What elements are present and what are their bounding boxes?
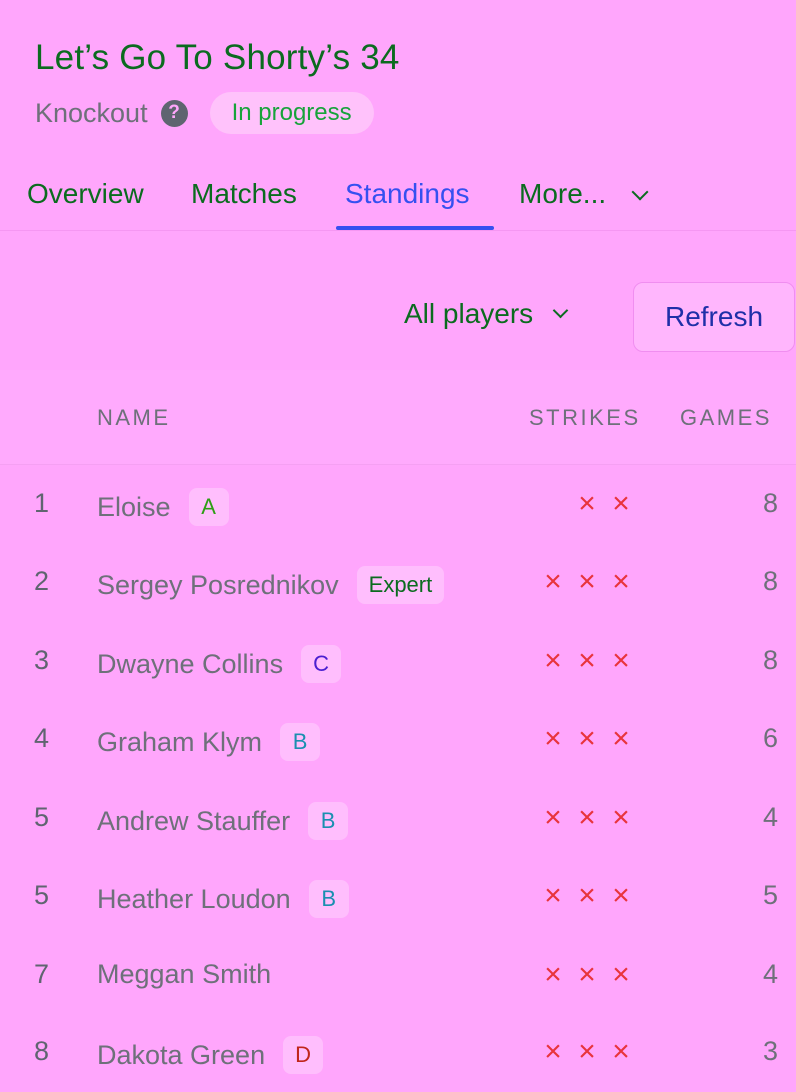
player-name-cell[interactable]: Sergey Posrednikov Expert <box>97 566 445 604</box>
rating-badge: B <box>308 802 349 840</box>
player-filter-select[interactable]: All players <box>404 298 569 330</box>
rating-badge: D <box>283 1036 324 1074</box>
strike-x-icon: × <box>578 565 596 598</box>
strike-x-icon: × <box>578 1035 596 1068</box>
strikes-cell: × × × <box>536 645 638 677</box>
strike-x-icon: × <box>612 644 630 677</box>
strike-x-icon: × <box>612 487 630 520</box>
player-rank: 3 <box>34 645 50 675</box>
active-tab-indicator <box>336 226 494 230</box>
strike-x-icon: × <box>544 801 562 834</box>
strike-x-icon: × <box>544 722 562 755</box>
page-title: Let’s Go To Shorty’s 34 <box>35 38 400 77</box>
table-row[interactable]: 4 Graham Klym B × × × 6 <box>0 701 796 779</box>
table-row[interactable]: 7 Meggan Smith × × × 4 <box>0 937 796 1015</box>
strike-x-icon: × <box>578 487 596 520</box>
table-header: NAME STRIKES GAMES <box>0 370 796 465</box>
player-name-cell[interactable]: Graham Klym B <box>97 723 321 761</box>
strike-x-icon: × <box>578 722 596 755</box>
rating-badge: B <box>308 880 349 918</box>
column-header-games[interactable]: GAMES <box>680 405 772 431</box>
player-name: Andrew Stauffer <box>97 805 291 836</box>
player-name-cell[interactable]: Meggan Smith <box>97 959 271 990</box>
strikes-cell: × × × <box>536 959 638 991</box>
strikes-cell: ××× <box>570 488 638 520</box>
strike-x-icon: × <box>612 1035 630 1068</box>
player-name: Dwayne Collins <box>97 648 284 679</box>
strike-x-icon: × <box>612 958 630 991</box>
chevron-down-icon <box>552 302 569 318</box>
games-count: 4 <box>762 802 778 832</box>
player-name: Sergey Posrednikov <box>97 569 339 600</box>
tab-overview[interactable]: Overview <box>27 178 144 210</box>
table-row[interactable]: 3 Dwayne Collins C × × × 8 <box>0 623 796 701</box>
tab-more[interactable]: More... <box>519 178 606 210</box>
player-name: Heather Loudon <box>97 883 291 914</box>
strike-x-icon: × <box>544 958 562 991</box>
strikes-cell: × × × <box>536 802 638 834</box>
player-rank: 4 <box>34 723 50 753</box>
player-rank: 7 <box>34 959 50 989</box>
column-header-name[interactable]: NAME <box>97 405 171 431</box>
strike-x-icon: × <box>578 801 596 834</box>
player-name-cell[interactable]: Dwayne Collins C <box>97 645 342 683</box>
tab-bar: Overview Matches Standings More... <box>0 170 796 231</box>
strike-x-icon: × <box>612 879 630 912</box>
strikes-cell: × × × <box>536 880 638 912</box>
games-count: 6 <box>762 723 778 753</box>
table-row[interactable]: 5 Heather Loudon B × × × 5 <box>0 858 796 936</box>
help-icon[interactable]: ? <box>160 99 188 127</box>
strike-x-icon: × <box>578 879 596 912</box>
games-count: 4 <box>762 959 778 989</box>
rating-badge: Expert <box>356 566 445 604</box>
player-filter-label: All players <box>404 298 534 329</box>
refresh-button[interactable]: Refresh <box>633 282 795 352</box>
strike-x-icon: × <box>612 722 630 755</box>
games-count: 8 <box>762 645 778 675</box>
strike-x-icon: × <box>544 565 562 598</box>
strike-x-icon: × <box>544 1035 562 1068</box>
strike-x-icon: × <box>578 644 596 677</box>
table-row[interactable]: 8 Dakota Green D × × × 3 <box>0 1014 796 1092</box>
player-name: Dakota Green <box>97 1039 266 1070</box>
player-rank: 2 <box>34 566 50 596</box>
player-name-cell[interactable]: Eloise A <box>97 488 229 526</box>
tournament-meta: Knockout ? In progress <box>35 92 374 134</box>
tab-standings[interactable]: Standings <box>345 178 470 210</box>
player-name-cell[interactable]: Andrew Stauffer B <box>97 802 349 840</box>
rating-badge: A <box>188 488 229 526</box>
games-count: 8 <box>762 566 778 596</box>
table-row[interactable]: 1EloiseA×××8 <box>0 466 796 544</box>
strike-x-icon: × <box>544 644 562 677</box>
player-name: Graham Klym <box>97 726 263 757</box>
strikes-cell: × × × <box>536 566 638 598</box>
strike-x-icon: × <box>612 565 630 598</box>
strike-x-icon: × <box>544 879 562 912</box>
games-count: 5 <box>762 880 778 910</box>
table-row[interactable]: 5 Andrew Stauffer B × × × 4 <box>0 780 796 858</box>
rating-badge: B <box>280 723 321 761</box>
player-name: Eloise <box>97 491 171 522</box>
rating-badge: C <box>301 645 342 683</box>
tournament-type: Knockout <box>35 97 148 128</box>
strike-x-icon: × <box>612 801 630 834</box>
strike-x-icon: × <box>578 958 596 991</box>
player-rank: 5 <box>34 880 50 910</box>
player-rank: 8 <box>34 1036 50 1066</box>
strikes-cell: × × × <box>536 723 638 755</box>
column-header-strikes[interactable]: STRIKES <box>529 405 641 431</box>
player-rank: 5 <box>34 802 50 832</box>
games-count: 8 <box>762 488 778 518</box>
player-name-cell[interactable]: Dakota Green D <box>97 1036 324 1074</box>
table-row[interactable]: 2 Sergey Posrednikov Expert × × × 8 <box>0 544 796 622</box>
games-count: 3 <box>762 1036 778 1066</box>
strikes-cell: × × × <box>536 1036 638 1068</box>
player-name: Meggan Smith <box>97 959 272 989</box>
status-badge: In progress <box>209 92 374 134</box>
player-name-cell[interactable]: Heather Loudon B <box>97 880 349 918</box>
tab-matches[interactable]: Matches <box>191 178 297 210</box>
player-rank: 1 <box>34 488 50 518</box>
